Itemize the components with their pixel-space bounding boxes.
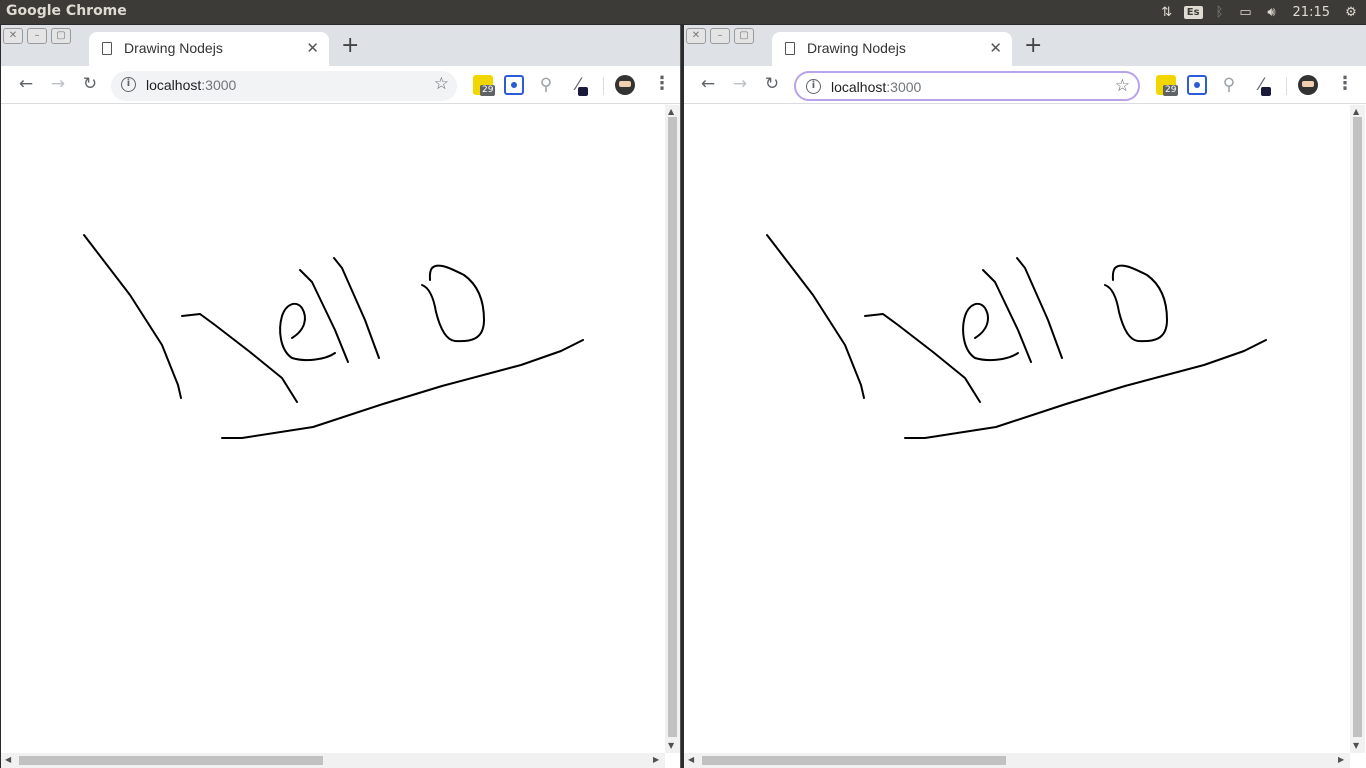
profile-avatar[interactable] <box>1298 75 1318 95</box>
address-bar[interactable]: i localhost:3000 ☆ <box>794 71 1140 101</box>
hello-drawing[interactable] <box>1 105 665 753</box>
scroll-left-arrow[interactable]: ◀ <box>5 755 11 764</box>
tab-title: Drawing Nodejs <box>807 40 906 56</box>
screenshot-extension-icon[interactable] <box>1187 75 1207 95</box>
stroke-h-stem <box>83 234 182 399</box>
scroll-down-arrow[interactable]: ▼ <box>668 741 674 750</box>
stroke-o <box>421 264 485 343</box>
stroke-underline <box>904 339 1267 439</box>
page-icon <box>102 42 112 55</box>
tab-drawing-nodejs[interactable]: Drawing Nodejs ✕ <box>772 32 1012 66</box>
site-info-icon[interactable]: i <box>121 77 136 92</box>
window-controls: ✕ – ▢ <box>3 28 71 44</box>
stroke-underline <box>221 339 584 439</box>
stroke-h-stem <box>766 234 865 399</box>
browser-toolbar: ← → ↻ i localhost:3000 ☆ 29 ⚲ ⁄ ⋮ <box>1 66 680 104</box>
stroke-o <box>1104 264 1168 343</box>
horizontal-scroll-thumb[interactable] <box>19 756 323 765</box>
chrome-menu-icon[interactable]: ⋮ <box>653 73 671 94</box>
close-window-button[interactable]: ✕ <box>3 28 23 44</box>
vertical-scrollbar[interactable]: ▲ ▼ <box>665 105 680 753</box>
vertical-scroll-thumb[interactable] <box>668 117 677 737</box>
color-picker-extension-icon[interactable]: ⁄ <box>568 75 588 96</box>
stroke-l-1 <box>982 269 1032 363</box>
chrome-menu-icon[interactable]: ⋮ <box>1336 73 1354 94</box>
scroll-up-arrow[interactable]: ▲ <box>668 107 674 116</box>
battery-icon[interactable]: ▭ <box>1237 5 1255 20</box>
scroll-right-arrow[interactable]: ▶ <box>653 755 659 764</box>
back-button[interactable]: ← <box>15 74 37 94</box>
tab-strip: ✕ – ▢ Drawing Nodejs ✕ + <box>1 25 680 66</box>
hello-drawing[interactable] <box>684 105 1350 753</box>
profile-avatar[interactable] <box>615 75 635 95</box>
keyboard-layout-indicator[interactable]: Es <box>1183 5 1203 19</box>
maximize-window-button[interactable]: ▢ <box>51 28 71 44</box>
minimize-window-button[interactable]: – <box>27 28 47 44</box>
clock[interactable]: 21:15 <box>1293 5 1330 20</box>
toolbar-separator <box>1286 77 1287 95</box>
window-controls: ✕ – ▢ <box>686 28 754 44</box>
browser-window-right: ✕ – ▢ Drawing Nodejs ✕ + ← → ↻ i localho… <box>684 25 1366 768</box>
folder-extension-icon[interactable]: 29 <box>1156 75 1179 96</box>
reload-button[interactable]: ↻ <box>761 74 783 94</box>
horizontal-scroll-thumb[interactable] <box>702 756 1006 765</box>
location-pin-icon[interactable]: ⚲ <box>1219 75 1239 95</box>
network-arrows-icon[interactable]: ⇅ <box>1158 5 1176 20</box>
location-pin-icon[interactable]: ⚲ <box>536 75 556 95</box>
address-bar[interactable]: i localhost:3000 ☆ <box>111 71 457 101</box>
scroll-right-arrow[interactable]: ▶ <box>1338 755 1344 764</box>
close-tab-icon[interactable]: ✕ <box>306 39 319 57</box>
scroll-down-arrow[interactable]: ▼ <box>1353 741 1359 750</box>
drawing-canvas[interactable] <box>1 105 665 768</box>
drawing-canvas[interactable] <box>684 105 1350 768</box>
close-window-button[interactable]: ✕ <box>686 28 706 44</box>
tab-strip: ✕ – ▢ Drawing Nodejs ✕ + <box>684 25 1366 66</box>
bookmark-star-icon[interactable]: ☆ <box>434 74 449 94</box>
vertical-scroll-thumb[interactable] <box>1353 117 1362 737</box>
reload-button[interactable]: ↻ <box>79 74 101 94</box>
minimize-window-button[interactable]: – <box>710 28 730 44</box>
close-tab-icon[interactable]: ✕ <box>989 39 1002 57</box>
vertical-scrollbar[interactable]: ▲ ▼ <box>1350 105 1365 753</box>
horizontal-scrollbar[interactable]: ◀ ▶ <box>684 753 1350 768</box>
tab-drawing-nodejs[interactable]: Drawing Nodejs ✕ <box>89 32 329 66</box>
page-icon <box>785 42 795 55</box>
tab-title: Drawing Nodejs <box>124 40 223 56</box>
bookmark-star-icon[interactable]: ☆ <box>1115 76 1130 96</box>
url-text: localhost:3000 <box>146 77 237 93</box>
browser-toolbar: ← → ↻ i localhost:3000 ☆ 29 ⚲ ⁄ ⋮ <box>684 66 1366 104</box>
toolbar-separator <box>603 77 604 95</box>
scroll-left-arrow[interactable]: ◀ <box>688 755 694 764</box>
volume-icon[interactable]: 🔊︎ <box>1263 5 1281 20</box>
horizontal-scrollbar[interactable]: ◀ ▶ <box>1 753 665 768</box>
new-tab-button[interactable]: + <box>341 35 359 57</box>
bluetooth-icon[interactable]: ᛒ <box>1211 5 1229 20</box>
browser-window-left: ✕ – ▢ Drawing Nodejs ✕ + ← → ↻ i localho… <box>1 25 681 768</box>
active-app-title: Google Chrome <box>6 3 127 19</box>
extension-badge: 29 <box>1163 85 1179 96</box>
new-tab-button[interactable]: + <box>1024 35 1042 57</box>
extension-badge: 29 <box>480 85 496 96</box>
maximize-window-button[interactable]: ▢ <box>734 28 754 44</box>
back-button[interactable]: ← <box>697 74 719 94</box>
settings-gear-icon[interactable]: ⚙ <box>1342 5 1360 20</box>
stroke-l-1 <box>299 269 349 363</box>
scroll-up-arrow[interactable]: ▲ <box>1353 107 1359 116</box>
url-text: localhost:3000 <box>831 79 922 95</box>
forward-button[interactable]: → <box>47 74 69 94</box>
system-top-bar: Google Chrome ⇅ Es ᛒ ▭ 🔊︎ 21:15 ⚙ <box>0 0 1366 24</box>
system-tray: ⇅ Es ᛒ ▭ 🔊︎ 21:15 ⚙ <box>1158 0 1366 24</box>
folder-extension-icon[interactable]: 29 <box>473 75 496 96</box>
color-picker-extension-icon[interactable]: ⁄ <box>1251 75 1271 96</box>
forward-button[interactable]: → <box>729 74 751 94</box>
site-info-icon[interactable]: i <box>806 79 821 94</box>
screenshot-extension-icon[interactable] <box>504 75 524 95</box>
